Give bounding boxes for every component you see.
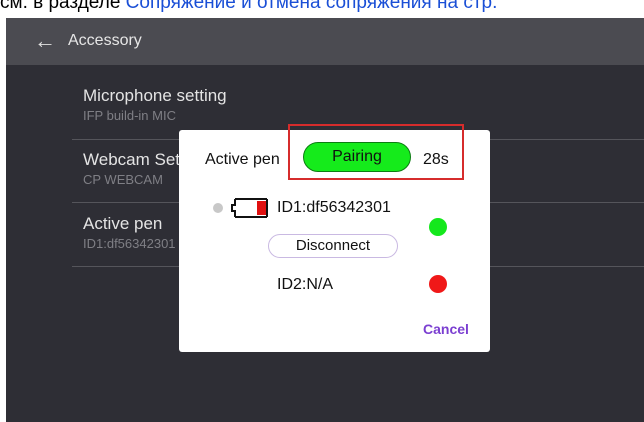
document-link[interactable]: Сопряжение и отмена сопряжения на стр. (126, 0, 498, 13)
dialog-title: Active pen (205, 151, 280, 168)
battery-low-icon (231, 196, 271, 220)
setting-value: ID1:df56342301 (83, 236, 176, 251)
setting-item-active-pen[interactable]: Active pen ID1:df56342301 (83, 214, 176, 252)
setting-item-microphone[interactable]: Microphone setting IFP build-in MIC (83, 86, 227, 124)
pen1-id: ID1:df56342301 (277, 199, 391, 216)
document-prefix: см. в разделе (0, 0, 126, 13)
pen1-status-dot (429, 218, 447, 236)
connection-indicator (213, 203, 223, 213)
pen2-status-dot (429, 275, 447, 293)
settings-screen: ← Accessory Microphone setting IFP build… (6, 18, 644, 422)
top-app-bar: ← Accessory (6, 18, 644, 65)
setting-value: IFP build-in MIC (83, 108, 176, 123)
arrow-left-icon[interactable]: ← (34, 29, 56, 53)
setting-name: Active pen (83, 214, 163, 233)
highlight-annotation-box (288, 124, 464, 180)
cancel-button[interactable]: Cancel (423, 320, 469, 338)
document-text-line: см. в разделе Сопряжение и отмена сопряж… (0, 0, 497, 15)
pen2-id: ID2:N/A (277, 276, 334, 293)
setting-name: Microphone setting (83, 86, 227, 105)
disconnect-button[interactable]: Disconnect (268, 234, 398, 258)
page-title: Accessory (68, 32, 142, 49)
